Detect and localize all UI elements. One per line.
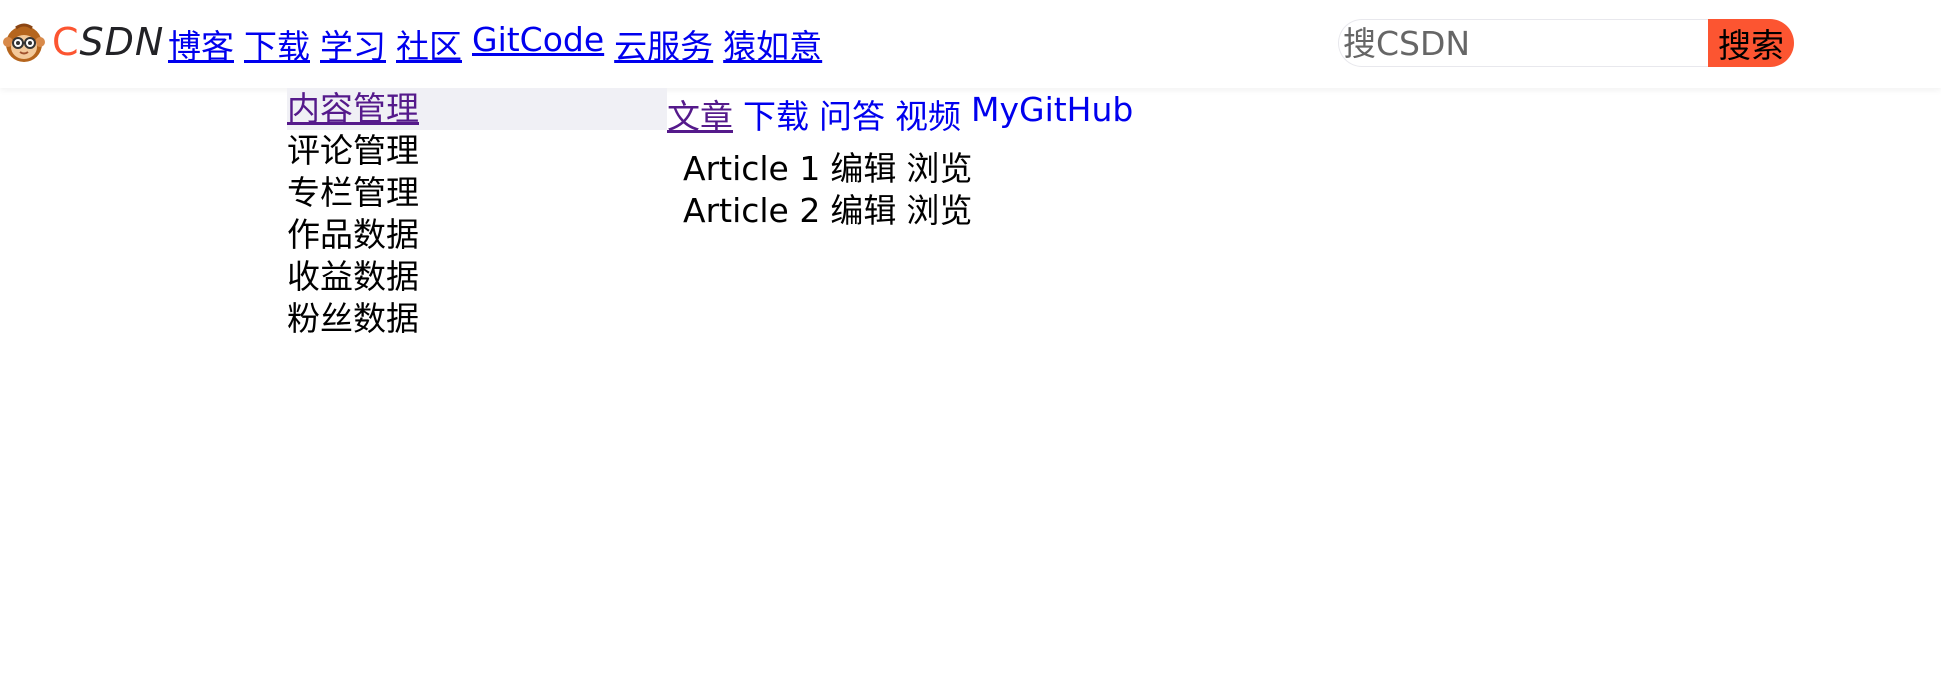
nav-gitcode[interactable]: GitCode [472,20,604,68]
search-bar: 搜索 [1338,19,1794,69]
content-tabs: 文章 下载 问答 视频 MyGitHub [667,90,1143,138]
nav-cloud-service[interactable]: 云服务 [614,20,713,68]
sidebar-item-label[interactable]: 内容管理 [287,89,419,128]
logo-c: C [52,20,80,64]
nav-community[interactable]: 社区 [396,20,462,68]
tab-videos[interactable]: 视频 [895,90,961,138]
sidebar-item-fans-data[interactable]: 粉丝数据 [287,298,667,340]
sidebar-item-column-management[interactable]: 专栏管理 [287,172,667,214]
sidebar-item-works-data[interactable]: 作品数据 [287,214,667,256]
logo-sdn: SDN [79,20,165,64]
monkey-icon [3,23,45,62]
csdn-logo[interactable]: CSDN [2,19,164,65]
article-title: Article 2 [683,191,821,230]
tab-articles[interactable]: 文章 [667,90,733,138]
sidebar-item-income-data[interactable]: 收益数据 [287,256,667,298]
edit-button[interactable]: 编辑 [830,149,896,188]
tab-qa[interactable]: 问答 [819,90,885,138]
sidebar-item-label: 评论管理 [287,131,419,170]
list-item: Article 2 编辑 浏览 [683,190,982,232]
tab-mygithub[interactable]: MyGitHub [971,90,1133,138]
sidebar-item-label: 专栏管理 [287,173,419,212]
logo-wordmark: CSDN [52,23,164,61]
view-button[interactable]: 浏览 [906,191,972,230]
view-button[interactable]: 浏览 [906,149,972,188]
sidebar-item-comment-management[interactable]: 评论管理 [287,130,667,172]
article-title: Article 1 [683,149,821,188]
tab-downloads[interactable]: 下载 [743,90,809,138]
sidebar: 内容管理 评论管理 专栏管理 作品数据 收益数据 粉丝数据 [287,88,667,340]
sidebar-item-label: 收益数据 [287,257,419,296]
edit-button[interactable]: 编辑 [830,191,896,230]
nav-yuanruyi[interactable]: 猿如意 [723,20,822,68]
search-button[interactable]: 搜索 [1708,19,1794,67]
article-list: Article 1 编辑 浏览 Article 2 编辑 浏览 [683,148,982,232]
main-nav: 博客 下载 学习 社区 GitCode 云服务 猿如意 [168,20,832,68]
top-toolbar: CSDN 博客 下载 学习 社区 GitCode 云服务 猿如意 搜索 [0,0,1941,88]
nav-download[interactable]: 下载 [244,20,310,68]
sidebar-item-label: 作品数据 [287,215,419,254]
nav-blog[interactable]: 博客 [168,20,234,68]
search-input[interactable] [1338,19,1708,67]
sidebar-item-label: 粉丝数据 [287,299,419,338]
nav-learn[interactable]: 学习 [320,20,386,68]
list-item: Article 1 编辑 浏览 [683,148,982,190]
sidebar-item-content-management[interactable]: 内容管理 [287,88,667,130]
